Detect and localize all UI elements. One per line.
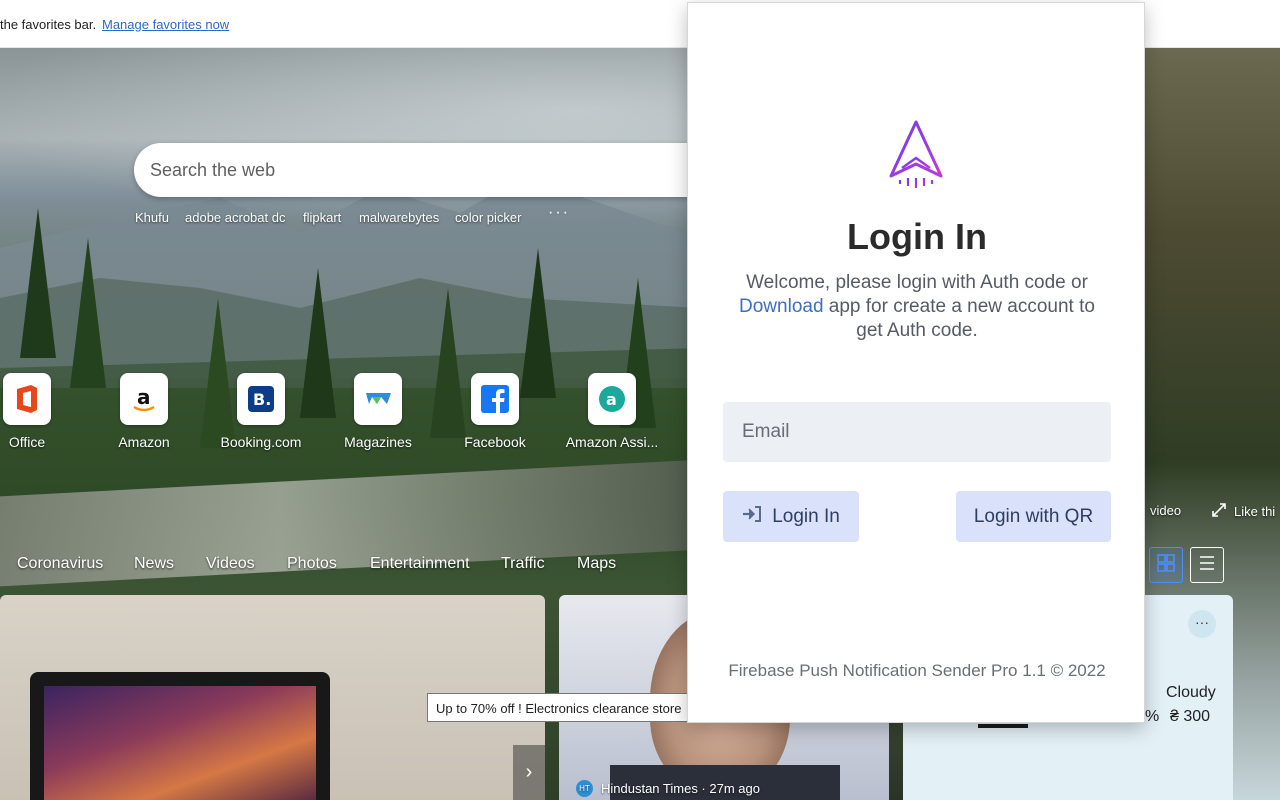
- popup-footer: Firebase Push Notification Sender Pro 1.…: [728, 661, 1106, 680]
- trending-search-item[interactable]: malwarebytes: [359, 210, 439, 225]
- welcome-text-end: app for create a new account to get Auth…: [828, 296, 1095, 341]
- svg-text:B.: B.: [253, 390, 271, 409]
- quick-link-label: Booking.com: [220, 434, 302, 450]
- svg-text:a: a: [137, 385, 151, 409]
- tree: [200, 298, 236, 448]
- trending-search-item[interactable]: color picker: [455, 210, 521, 225]
- chevron-right-icon: ›: [525, 761, 533, 783]
- login-button[interactable]: Login In: [723, 491, 859, 542]
- tab-maps[interactable]: Maps: [577, 555, 616, 573]
- tree: [520, 248, 556, 398]
- weather-humidity: %: [1145, 708, 1160, 725]
- login-popup: Login In Welcome, please login with Auth…: [687, 2, 1145, 723]
- list-view-button[interactable]: [1190, 547, 1224, 583]
- login-title: Login In: [847, 216, 987, 257]
- weather-more-button[interactable]: ···: [1188, 610, 1216, 638]
- amazon-icon: a: [120, 373, 168, 425]
- login-with-qr-button[interactable]: Login with QR: [956, 491, 1111, 542]
- video-label[interactable]: video: [1150, 503, 1181, 518]
- more-trending-button[interactable]: ···: [548, 204, 570, 222]
- email-input[interactable]: [723, 402, 1111, 462]
- login-button-label: Login In: [772, 505, 840, 527]
- sign-in-icon: [742, 505, 762, 529]
- next-card-button[interactable]: ›: [513, 745, 545, 800]
- grid-icon: [1156, 553, 1176, 578]
- trending-search-item[interactable]: adobe acrobat dc: [185, 210, 285, 225]
- quick-link-label: Amazon Assi...: [565, 434, 659, 450]
- news-source-label: Hindustan Times · 27m ago: [601, 781, 760, 796]
- tab-entertainment[interactable]: Entertainment: [370, 555, 470, 573]
- tree: [70, 238, 106, 388]
- search-input[interactable]: [150, 157, 670, 183]
- facebook-icon: [471, 373, 519, 425]
- login-with-qr-label: Login with QR: [973, 505, 1094, 527]
- welcome-text: Welcome, please login with Auth code or …: [728, 271, 1106, 343]
- quick-link-label: Office: [8, 434, 46, 450]
- like-this-label: Like thi: [1234, 504, 1276, 519]
- like-this-button[interactable]: Like thi: [1212, 503, 1275, 520]
- amazon-assistant-icon: a: [588, 373, 636, 425]
- svg-text:a: a: [606, 390, 617, 409]
- search-box[interactable]: [134, 143, 694, 197]
- download-link[interactable]: Download: [739, 296, 824, 317]
- welcome-text-start: Welcome, please login with Auth code or: [746, 272, 1088, 293]
- laptop-screen-image: [44, 686, 316, 800]
- tab-traffic[interactable]: Traffic: [501, 555, 545, 573]
- quick-link-label: Amazon: [118, 434, 170, 450]
- tab-news[interactable]: News: [134, 555, 174, 573]
- tab-videos[interactable]: Videos: [206, 555, 255, 573]
- trending-search-item[interactable]: flipkart: [303, 210, 341, 225]
- tab-coronavirus[interactable]: Coronavirus: [17, 555, 103, 573]
- hindustan-times-icon: HT: [576, 780, 593, 797]
- news-source: HT Hindustan Times · 27m ago: [576, 780, 760, 797]
- booking-icon: B.: [237, 373, 285, 425]
- tab-photos[interactable]: Photos: [287, 555, 337, 573]
- list-icon: [1197, 553, 1217, 578]
- quick-link-label: Facebook: [464, 434, 526, 450]
- manage-favorites-link[interactable]: Manage favorites now: [102, 17, 229, 32]
- weather-condition: Cloudy: [1166, 684, 1216, 701]
- office-icon: [3, 373, 51, 425]
- tree: [20, 208, 56, 358]
- tree: [430, 288, 466, 438]
- favorites-bar-text: the favorites bar.: [0, 17, 97, 32]
- trending-search-item[interactable]: Khufu: [135, 210, 169, 225]
- weather-aqi: ₴ 300: [1170, 708, 1211, 725]
- grid-view-button[interactable]: [1149, 547, 1183, 583]
- tree: [300, 268, 336, 418]
- magazines-icon: [354, 373, 402, 425]
- tooltip: Up to 70% off ! Electronics clearance st…: [427, 693, 689, 722]
- expand-icon: [1212, 503, 1226, 520]
- paper-plane-icon: [889, 120, 943, 188]
- quick-link-label: Magazines: [344, 434, 412, 450]
